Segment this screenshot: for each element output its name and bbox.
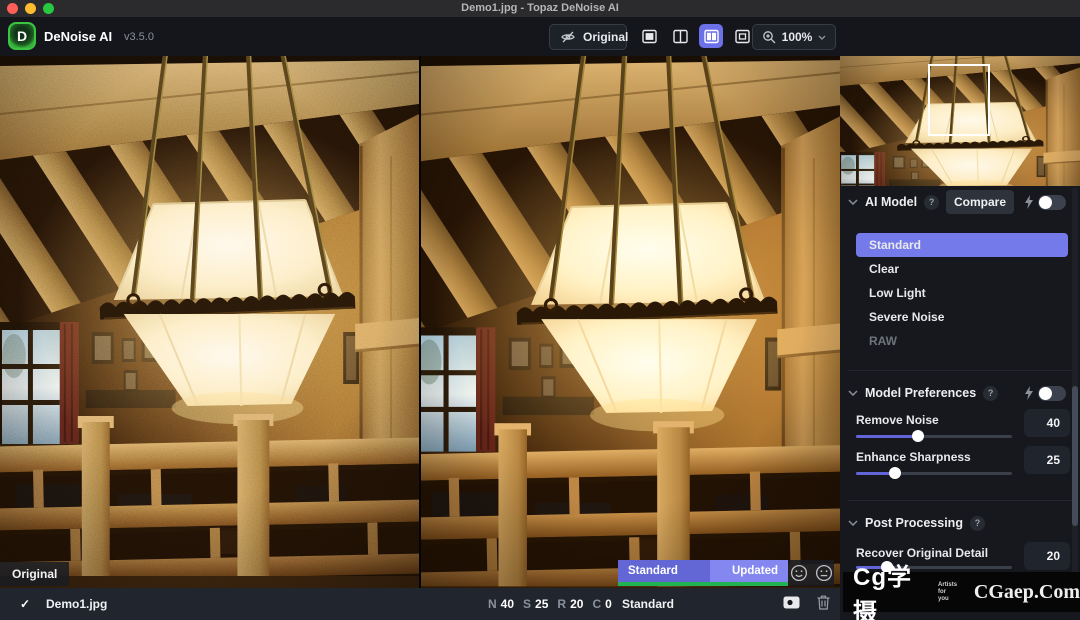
enhance-sharpness-label: Enhance Sharpness <box>856 450 971 464</box>
side-by-side-view-button[interactable] <box>699 24 723 48</box>
ai-model-auto-toggle[interactable] <box>1038 195 1066 210</box>
compare-bar: Standard Updated <box>618 560 788 586</box>
ai-model-option[interactable]: Severe Noise <box>856 305 1068 329</box>
scrollbar-thumb[interactable] <box>1072 386 1078 526</box>
window-title: Demo1.jpg - Topaz DeNoise AI <box>0 2 1080 14</box>
param-key: S <box>523 597 531 611</box>
model-preferences-header[interactable]: Model Preferences ? <box>848 381 998 405</box>
trash-icon[interactable] <box>817 595 830 610</box>
navigator-thumbnail[interactable] <box>840 56 1080 186</box>
settings-summary: N 40 S 25 R 20 C0 <box>488 597 612 611</box>
snapshot-image-icon[interactable] <box>783 596 800 609</box>
view-mode-group <box>637 24 754 48</box>
ai-model-header[interactable]: AI Model ? <box>848 190 939 214</box>
ai-model-option[interactable]: Low Light <box>856 281 1068 305</box>
original-preview-button[interactable]: Original <box>549 24 627 50</box>
param-value: 40 <box>501 597 514 611</box>
bolt-icon <box>1024 386 1034 400</box>
zoom-control[interactable]: 100% <box>752 24 836 50</box>
help-icon[interactable]: ? <box>924 195 939 210</box>
original-panel-badge: Original <box>0 562 69 586</box>
param-value: 0 <box>605 597 612 611</box>
model-preferences-auto-toggle[interactable] <box>1038 386 1066 401</box>
param-value: 25 <box>535 597 548 611</box>
ai-model-option[interactable]: RAW <box>856 329 1068 353</box>
compare-model-label: Standard <box>618 560 710 582</box>
watermark: Cg学摄 Artistsfor you CGaep.Com <box>843 572 1080 612</box>
param-key: C <box>592 597 601 611</box>
ai-model-option[interactable]: Standard <box>856 233 1068 257</box>
split-view-button[interactable] <box>668 24 692 48</box>
ai-model-option[interactable]: Clear <box>856 257 1068 281</box>
compare-strip: Standard Updated <box>618 560 834 586</box>
zoom-in-icon <box>762 30 776 44</box>
compare-updated-label: Updated <box>710 560 788 582</box>
app-window: Demo1.jpg - Topaz DeNoise AI D DeNoise A… <box>0 0 1080 620</box>
param-key: N <box>488 597 497 611</box>
eye-slash-icon <box>560 29 576 45</box>
comparison-view-button[interactable] <box>730 24 754 48</box>
app-name: DeNoise AI <box>44 29 112 44</box>
check-icon: ✓ <box>20 597 30 611</box>
slider-knob[interactable] <box>889 467 901 479</box>
titlebar: Demo1.jpg - Topaz DeNoise AI <box>0 0 1080 17</box>
app-logo-icon: D <box>8 22 36 50</box>
smiley-neutral-icon[interactable] <box>815 564 833 582</box>
toolbar: D DeNoise AI v3.5.0 Original <box>0 17 1080 56</box>
chevron-down-icon <box>848 199 858 205</box>
chevron-down-icon <box>848 520 858 526</box>
help-icon[interactable]: ? <box>970 516 985 531</box>
compare-button[interactable]: Compare <box>946 190 1014 214</box>
ai-model-list: Standard Clear Low Light Severe Noise RA… <box>856 233 1068 353</box>
sidebar: AI Model ? Compare Standard Clear Low Li… <box>840 56 1080 620</box>
watermark-brand: Cg学摄 <box>853 557 935 620</box>
section-divider <box>848 370 1072 371</box>
bolt-icon <box>1024 195 1034 209</box>
recover-detail-value[interactable]: 20 <box>1024 542 1070 570</box>
section-divider <box>848 500 1072 501</box>
chevron-down-icon <box>848 390 858 396</box>
processed-image-panel[interactable]: Standard Updated <box>421 56 840 588</box>
zoom-level: 100% <box>782 30 813 44</box>
original-button-label: Original <box>583 30 628 44</box>
enhance-sharpness-value[interactable]: 25 <box>1024 446 1070 474</box>
sidebar-scrollbar[interactable] <box>1072 188 1078 612</box>
navigator-viewport-rect[interactable] <box>928 64 990 136</box>
remove-noise-slider[interactable] <box>856 430 1012 442</box>
remove-noise-label: Remove Noise <box>856 413 939 427</box>
smiley-happy-icon[interactable] <box>790 564 808 582</box>
app-version: v3.5.0 <box>124 31 154 43</box>
watermark-tagline: Artistsfor you <box>938 582 958 603</box>
post-processing-header[interactable]: Post Processing ? <box>848 511 985 535</box>
current-model-label: Standard <box>622 597 674 611</box>
enhance-sharpness-slider[interactable] <box>856 467 1012 479</box>
ai-model-title: AI Model <box>865 195 917 209</box>
slider-knob[interactable] <box>912 430 924 442</box>
remove-noise-value[interactable]: 40 <box>1024 409 1070 437</box>
single-view-button[interactable] <box>637 24 661 48</box>
watermark-site: CGaep.Com <box>974 581 1080 604</box>
param-value: 20 <box>570 597 583 611</box>
help-icon[interactable]: ? <box>983 386 998 401</box>
bottom-bar: ✓ Demo1.jpg N 40 S 25 R 20 C0 Standard <box>0 588 840 620</box>
model-preferences-title: Model Preferences <box>865 386 976 400</box>
chevron-down-icon <box>818 35 826 40</box>
post-processing-title: Post Processing <box>865 516 963 530</box>
original-image-panel[interactable]: Original <box>0 56 419 588</box>
feedback-box <box>788 560 834 586</box>
param-key: R <box>557 597 566 611</box>
filename[interactable]: Demo1.jpg <box>46 597 107 611</box>
image-viewer: Original Standard Updated <box>0 56 840 588</box>
